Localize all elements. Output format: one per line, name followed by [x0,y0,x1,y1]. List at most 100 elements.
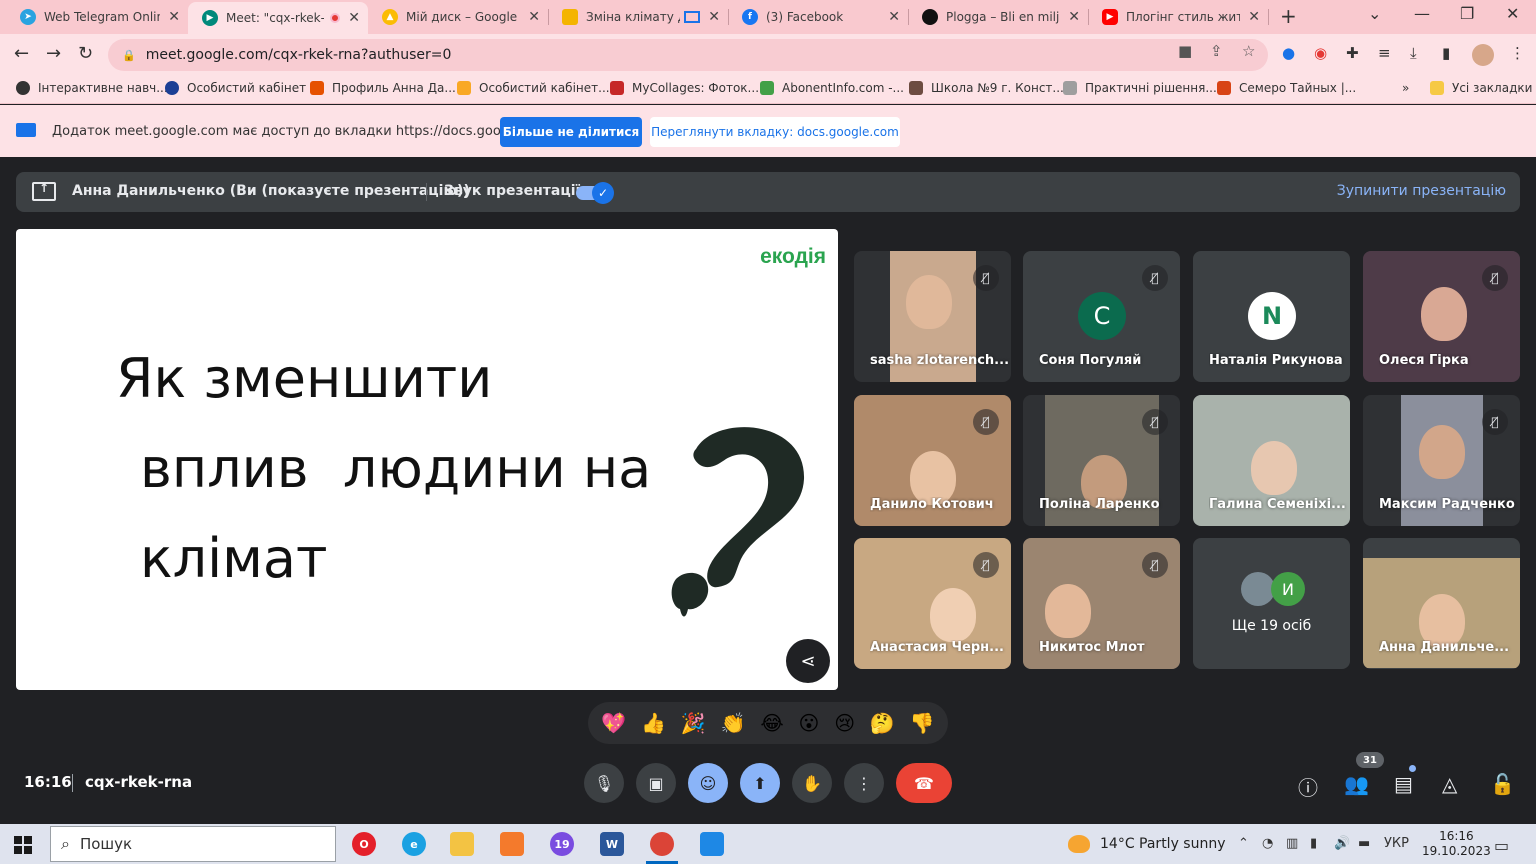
weather-widget[interactable]: 14°C Partly sunny [1068,835,1226,853]
notifications-icon[interactable]: ▭ [1494,836,1509,855]
viber-app-icon[interactable]: 19 [550,832,574,856]
close-icon[interactable]: ✕ [348,10,360,26]
close-icon[interactable]: ✕ [1248,9,1260,25]
host-controls-button[interactable]: 🔓 [1490,772,1515,796]
bookmark-item[interactable]: Семеро Тайных |... [1217,81,1356,95]
reaction-sad[interactable]: 😢 [834,711,855,735]
reaction-thumbs-down[interactable]: 👎 [910,711,935,735]
meeting-info-button[interactable]: ⓘ [1298,772,1318,801]
microphone-button[interactable]: 🎙 [584,763,624,803]
participant-tile[interactable]: 🎙̸ sasha zlotarench... [854,251,1011,382]
participant-tile[interactable]: Галина Семеніхі... [1193,395,1350,526]
tab-meet[interactable]: ▶ Meet: "cqx-rkek- ✕ [188,2,368,34]
taskbar-clock[interactable]: 16:16 19.10.2023 [1422,829,1491,859]
star-icon[interactable]: ☆ [1242,42,1255,60]
word-app-icon[interactable]: W [600,832,624,856]
participant-tile[interactable]: 🎙̸ Данило Котович [854,395,1011,526]
stop-presenting-button[interactable]: Зупинити презентацію [1337,183,1506,199]
chevron-up-icon[interactable]: ⌃ [1238,836,1249,851]
more-participants-tile[interactable]: И Ще 19 осіб [1193,538,1350,669]
windows-start-button[interactable] [14,836,32,854]
download-icon[interactable]: ⤓ [1410,44,1417,62]
microphone-tray-icon[interactable]: ▮ [1310,836,1317,851]
maximize-button[interactable]: ❐ [1460,4,1474,23]
bookmark-item[interactable]: MyCollages: Фоток... [610,81,759,95]
stop-sharing-button[interactable]: Більше не ділитися [500,117,642,147]
forward-button[interactable]: → [46,43,61,64]
participant-tile[interactable]: 🎙̸ Поліна Ларенко [1023,395,1180,526]
people-button[interactable]: 👥 [1344,772,1369,796]
puzzle-icon[interactable]: ✚ [1346,44,1359,62]
extension-icon[interactable]: ● [1282,44,1295,62]
avatar[interactable] [1472,44,1494,66]
address-bar[interactable]: 🔒 meet.google.com/cqx-rkek-rna?authuser=… [108,39,1268,71]
share-icon[interactable]: ⇪ [1210,42,1223,60]
opera-app-icon[interactable]: O [352,832,376,856]
app-icon[interactable] [500,832,524,856]
language-indicator[interactable]: УКР [1384,836,1409,851]
leave-call-button[interactable]: ☎ [896,763,952,803]
reaction-thumbs-up[interactable]: 👍 [641,711,666,735]
close-icon[interactable]: ✕ [1068,9,1080,25]
camera-icon[interactable]: ■ [1178,42,1192,60]
reaction-thinking[interactable]: 🤔 [870,711,895,735]
close-icon[interactable]: ✕ [528,9,540,25]
tab-slides[interactable]: Зміна клімату Д ✕ [548,2,728,32]
file-explorer-icon[interactable] [450,832,474,856]
back-button[interactable]: ← [14,43,29,64]
bookmark-item[interactable]: Практичні рішення... [1063,81,1217,95]
bookmark-item[interactable]: Школа №9 г. Конст... [909,81,1064,95]
reaction-heart[interactable]: 💖 [601,711,626,735]
tab-search-icon[interactable]: ⌄ [1368,4,1381,23]
wifi-icon[interactable]: ◔ [1262,836,1273,851]
more-options-button[interactable]: ⋮ [844,763,884,803]
participant-tile[interactable]: N Наталія Рикунова [1193,251,1350,382]
reaction-surprised[interactable]: 😮 [799,711,820,735]
share-slide-button[interactable]: ⋖ [786,639,830,683]
all-bookmarks-button[interactable]: Усі закладки [1430,81,1532,95]
present-button[interactable]: ⬆ [740,763,780,803]
bookmark-item[interactable]: Профиль Анна Да... [310,81,456,95]
tab-telegram[interactable]: ➤ Web Telegram Online ✕ [6,2,188,32]
participant-tile[interactable]: 🎙̸ Анастасия Черн... [854,538,1011,669]
participant-tile[interactable]: Анна Данильче... [1363,538,1520,669]
close-window-button[interactable]: ✕ [1506,4,1519,23]
reaction-clap[interactable]: 👏 [721,711,746,735]
minimize-button[interactable]: — [1414,4,1430,23]
bookmark-item[interactable]: Особистий кабінет... [457,81,610,95]
lock-icon[interactable]: 🔒 [122,49,136,62]
bookmark-item[interactable]: Особистий кабінет [165,81,306,95]
tab-facebook[interactable]: f (3) Facebook ✕ [728,2,908,32]
close-icon[interactable]: ✕ [888,9,900,25]
photos-app-icon[interactable] [700,832,724,856]
opera-icon[interactable]: ◉ [1314,44,1327,62]
battery-icon[interactable]: ▬ [1358,836,1370,851]
camera-button[interactable]: ▣ [636,763,676,803]
presentation-sound-toggle[interactable]: ✓ [576,182,614,204]
tab-plogga[interactable]: Plogga – Bli en miljö ✕ [908,2,1088,32]
taskbar-search-box[interactable]: ⌕ Пошук [50,826,336,862]
chrome-app-icon[interactable] [646,832,678,864]
reactions-button[interactable]: ☺ [688,763,728,803]
bookmark-item[interactable]: AbonentInfo.com -... [760,81,904,95]
close-icon[interactable]: ✕ [708,9,720,25]
chat-button[interactable]: ▤ [1394,772,1413,796]
participant-tile[interactable]: 🎙̸ Никитос Млот [1023,538,1180,669]
printer-icon[interactable]: ▥ [1286,836,1298,851]
reaction-party[interactable]: 🎉 [681,711,706,735]
bookmarks-overflow-button[interactable]: » [1402,81,1409,95]
reload-button[interactable]: ↻ [78,43,93,64]
close-icon[interactable]: ✕ [168,9,180,25]
activities-button[interactable]: ◬ [1442,772,1457,796]
participant-tile[interactable]: 🎙̸ Олеся Гірка [1363,251,1520,382]
menu-icon[interactable]: ⋮ [1510,44,1525,62]
bookmark-item[interactable]: Інтерактивне навч... [16,81,168,95]
reaction-laugh[interactable]: 😂 [760,711,783,735]
raise-hand-button[interactable]: ✋ [792,763,832,803]
sidepanel-icon[interactable]: ▮ [1442,44,1450,62]
edge-app-icon[interactable]: e [402,832,426,856]
participant-tile[interactable]: С 🎙̸ Соня Погуляй [1023,251,1180,382]
view-tab-button[interactable]: Переглянути вкладку: docs.google.com [650,117,900,147]
new-tab-button[interactable]: + [1280,4,1297,28]
media-icon[interactable]: ≡ [1378,44,1391,62]
